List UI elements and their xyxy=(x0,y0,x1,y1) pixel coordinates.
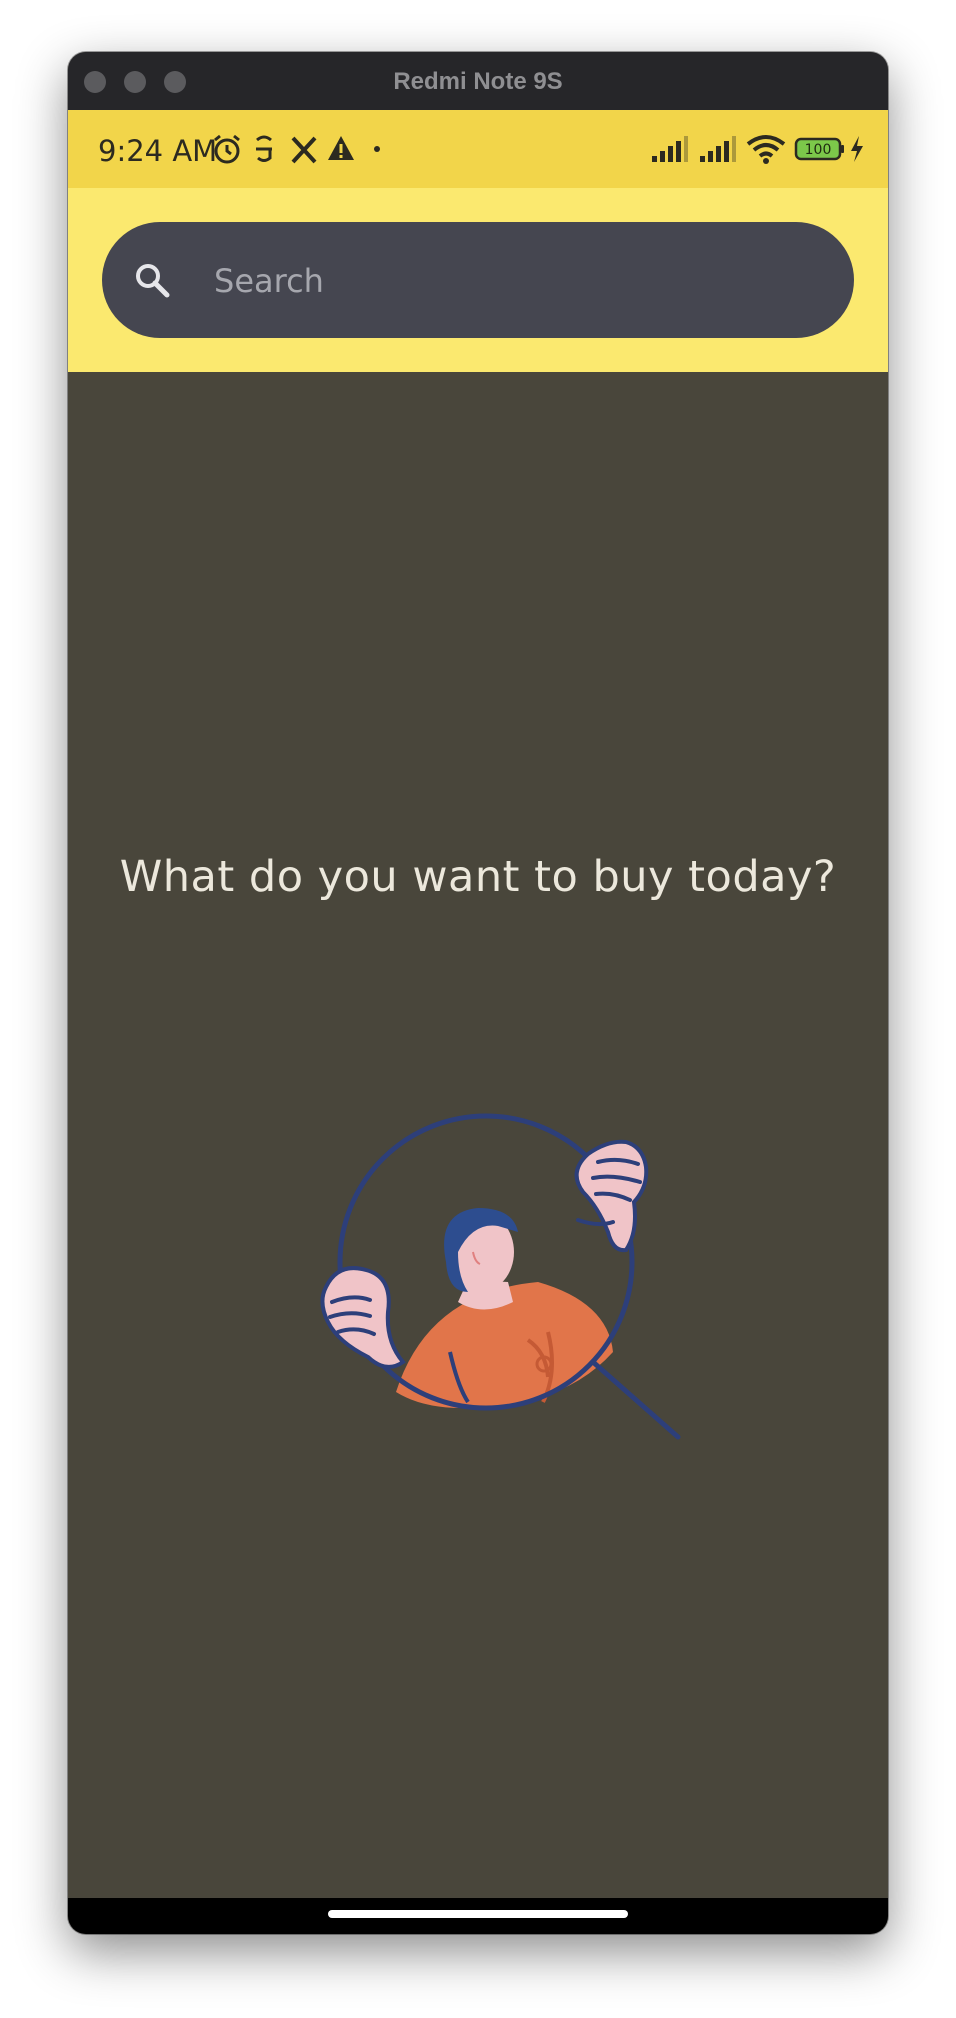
magnifier-person-illustration xyxy=(320,1113,681,1440)
empty-state-prompt: What do you want to buy today? xyxy=(119,852,837,902)
device-window: Redmi Note 9S 9:24 AM 100 Search What do… xyxy=(68,52,888,1934)
signal-sim2-icon xyxy=(700,136,736,162)
notification-app-icon xyxy=(256,135,272,162)
search-header xyxy=(68,188,888,372)
alarm-icon xyxy=(214,134,240,164)
window-titlebar: Redmi Note 9S xyxy=(68,52,888,111)
main-content: What do you want to buy today? xyxy=(68,372,888,1898)
window-title: Redmi Note 9S xyxy=(393,68,563,95)
x-app-icon xyxy=(291,136,317,164)
battery-level: 100 xyxy=(805,142,832,158)
search-bar[interactable] xyxy=(102,222,854,340)
charging-icon xyxy=(851,136,863,162)
signal-sim1-icon xyxy=(652,136,688,162)
status-bar: 9:24 AM 100 xyxy=(68,110,888,188)
wifi-icon xyxy=(746,135,786,164)
more-notifications-dot xyxy=(374,146,380,152)
home-indicator[interactable] xyxy=(328,1910,628,1918)
warning-icon xyxy=(328,136,354,160)
navigation-bar xyxy=(68,1898,888,1934)
status-time: 9:24 AM xyxy=(98,134,218,168)
battery-icon: 100 xyxy=(794,137,844,161)
search-icon[interactable] xyxy=(132,260,172,300)
search-input[interactable] xyxy=(212,222,816,340)
